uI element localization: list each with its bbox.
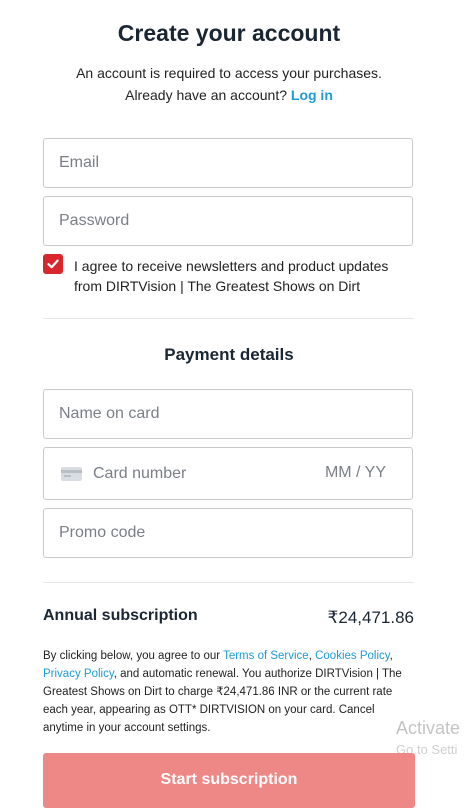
legal-comma: , (389, 650, 393, 662)
newsletter-checkbox[interactable] (43, 254, 63, 274)
plan-label: Annual subscription (43, 607, 198, 624)
email-field[interactable]: Email (43, 138, 413, 188)
login-link[interactable]: Log in (291, 87, 333, 103)
card-number-placeholder: Card number (93, 464, 187, 482)
expiry-placeholder[interactable]: MM / YY (325, 464, 386, 482)
divider (43, 318, 414, 319)
newsletter-line-1: I agree to receive newsletters and produ… (74, 258, 389, 274)
login-prompt: Already have an account? (125, 87, 287, 103)
login-prompt-row: Already have an account? Log in (0, 87, 458, 103)
plan-price: ₹24,471.86 (327, 608, 414, 627)
start-subscription-button[interactable]: Start subscription (43, 753, 415, 808)
password-field[interactable]: Password (43, 196, 413, 246)
credit-card-icon (61, 466, 82, 481)
activate-windows-watermark: Activate (396, 718, 461, 738)
subtitle: An account is required to access your pu… (76, 65, 382, 81)
checkmark-icon (47, 259, 59, 269)
legal-intro: By clicking below, you agree to our (43, 650, 224, 662)
terms-of-service-link[interactable]: Terms of Service (223, 650, 309, 662)
newsletter-label: I agree to receive newsletters and produ… (74, 256, 404, 296)
email-placeholder: Email (59, 154, 100, 171)
divider (43, 582, 414, 583)
password-placeholder: Password (59, 212, 130, 229)
promo-code-placeholder: Promo code (59, 524, 146, 541)
cookies-policy-link[interactable]: Cookies Policy (315, 650, 390, 662)
payment-details-title: Payment details (164, 345, 294, 364)
promo-code-field[interactable]: Promo code (43, 508, 413, 558)
newsletter-line-2: from DIRTVision | The Greatest Shows on … (74, 278, 361, 294)
card-number-field[interactable]: Card number MM / YY (43, 447, 413, 500)
name-on-card-placeholder: Name on card (59, 405, 160, 422)
name-on-card-field[interactable]: Name on card (43, 389, 413, 439)
page-title: Create your account (117, 20, 341, 46)
legal-text: By clicking below, you agree to our Term… (43, 647, 415, 737)
privacy-policy-link[interactable]: Privacy Policy (43, 668, 114, 680)
